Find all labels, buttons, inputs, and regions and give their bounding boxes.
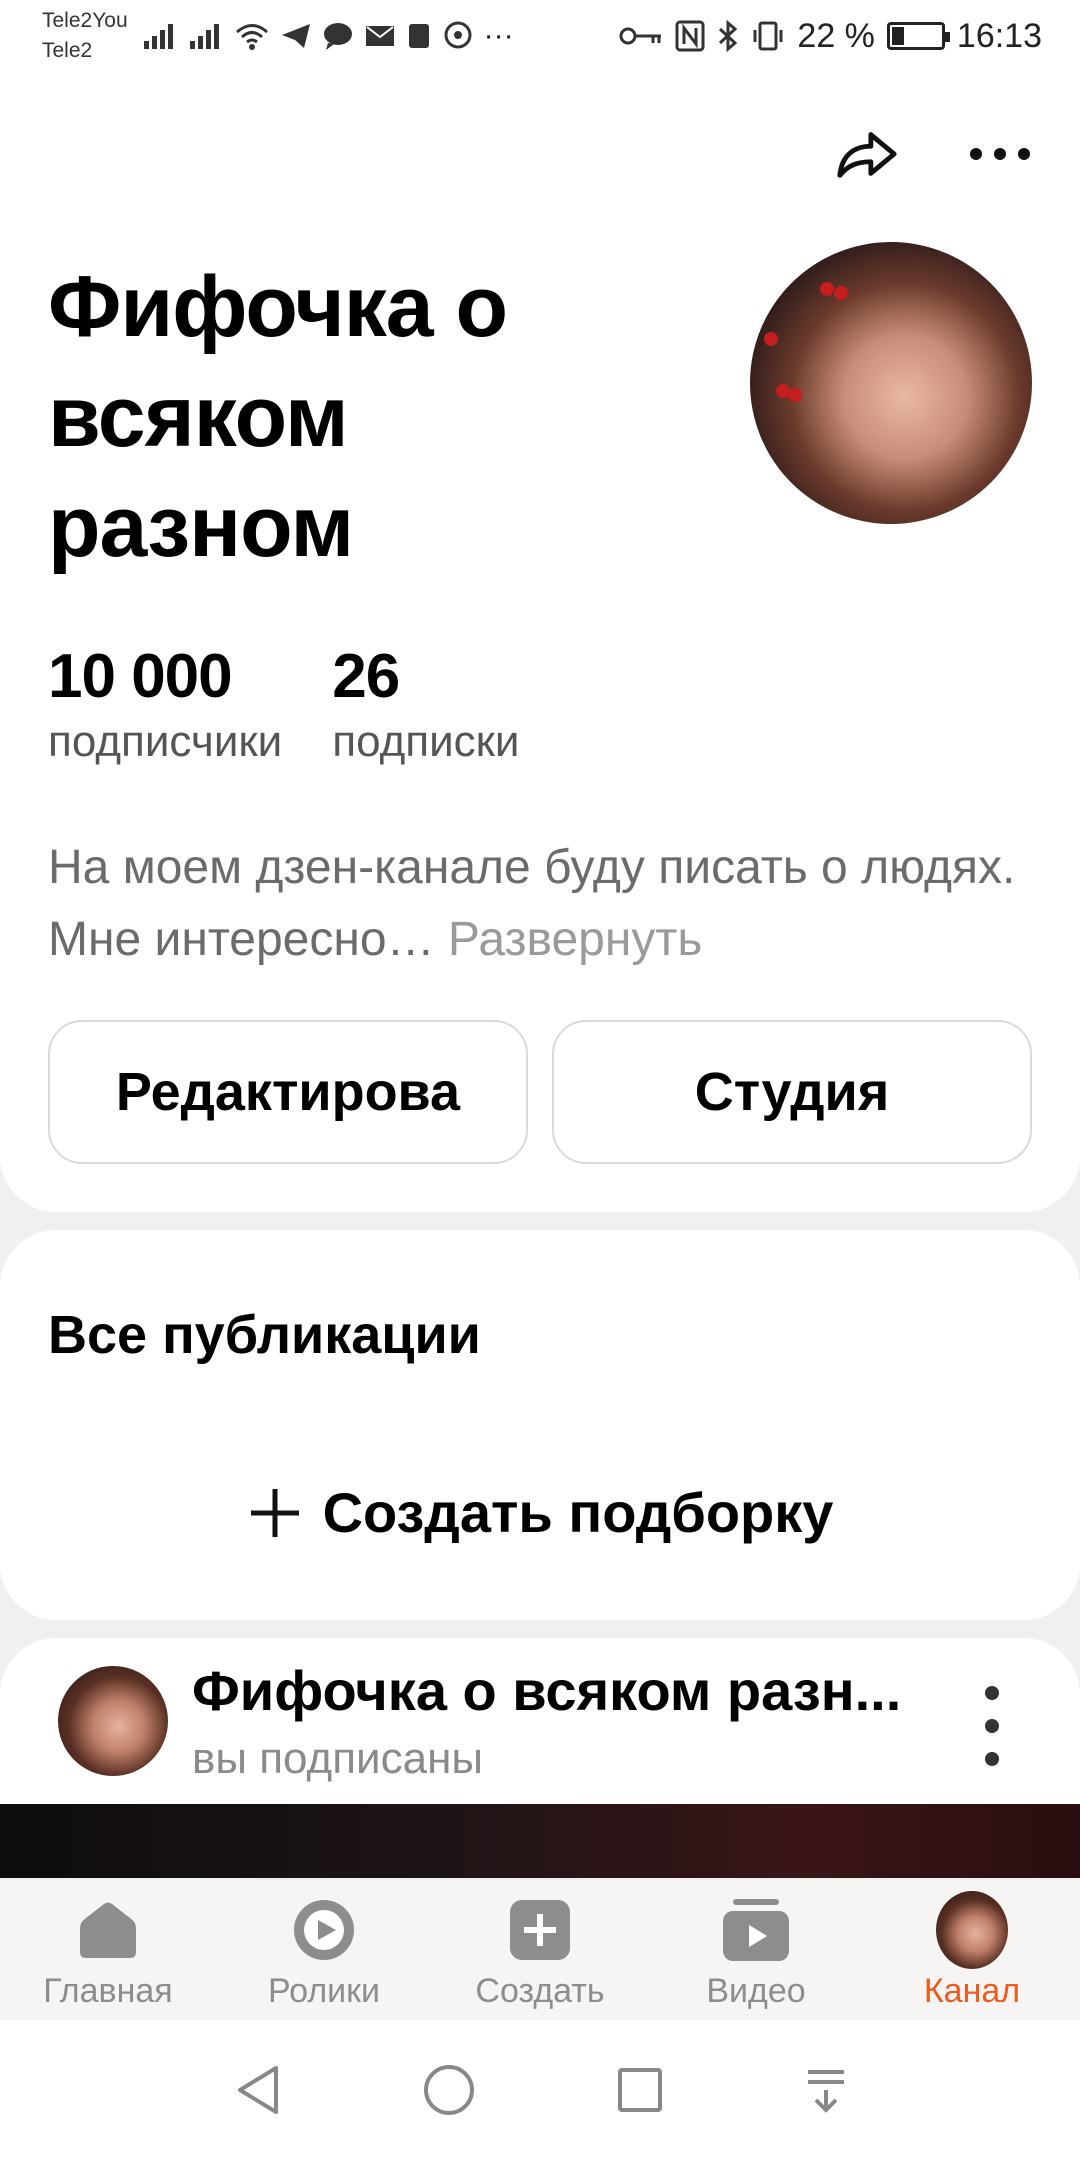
tab-avatar (936, 1891, 1008, 1969)
share-icon (837, 132, 897, 178)
battery-icon (886, 22, 950, 50)
notification-drawer-icon[interactable] (804, 2066, 848, 2114)
post-avatar[interactable] (58, 1666, 168, 1776)
signal-icon-2 (189, 24, 219, 49)
carrier-2: Tele2 (42, 39, 93, 62)
create-icon (504, 1894, 576, 1966)
post-channel-name[interactable]: Фифочка о всяком разн... (192, 1658, 901, 1723)
tab-home[interactable]: Главная (8, 1894, 208, 2011)
chat-icon (323, 23, 352, 50)
tab-video-label: Видео (706, 1972, 806, 2010)
post-more-button[interactable] (982, 1686, 1002, 1766)
tab-video[interactable]: Видео (656, 1894, 856, 2011)
publications-title: Все публикации (48, 1305, 481, 1365)
tab-channel[interactable]: Канал (872, 1891, 1072, 2011)
subscribers-stat[interactable]: 10 000 подписчики (48, 640, 282, 770)
status-icons: ··· (142, 19, 514, 53)
tab-home-label: Главная (43, 1972, 173, 2010)
studio-button[interactable]: Студия (552, 1020, 1032, 1164)
signal-icon (143, 24, 173, 49)
telegram-icon (281, 24, 310, 48)
dot-icon (985, 1719, 999, 1733)
vibrate-icon (753, 21, 783, 51)
tab-clips-label: Ролики (267, 1972, 381, 2010)
video-preview[interactable] (0, 1804, 1080, 1878)
wifi-icon (235, 24, 268, 50)
carriers: Tele2You Tele2 (42, 6, 128, 66)
subscribers-count: 10 000 (48, 642, 233, 711)
subscriptions-count: 26 (332, 642, 400, 711)
key-icon (619, 27, 662, 45)
home-icon (72, 1894, 144, 1966)
expand-link[interactable]: Развернуть (448, 913, 702, 966)
channel-avatar-icon (936, 1891, 1008, 1969)
viber-icon (444, 21, 472, 49)
mail-icon (365, 26, 394, 46)
channel-title: Фифочка о всяком разном (48, 259, 508, 575)
recents-icon[interactable] (616, 2066, 664, 2114)
subscriptions-stat[interactable]: 26 подписки (332, 640, 519, 770)
home-nav-icon[interactable] (422, 2063, 476, 2117)
tab-create-label: Создать (475, 1972, 605, 2010)
post-subscription-status: вы подписаны (192, 1734, 484, 1783)
share-button[interactable] (834, 122, 898, 186)
more-button[interactable] (968, 122, 1032, 186)
tab-create[interactable]: Создать (440, 1894, 640, 2011)
system-nav-bar (0, 2020, 1080, 2160)
bottom-tab-bar: Главная Ролики Создать Видео Канал (0, 1880, 1080, 2020)
publications-card: Все публикации Создать подборку (0, 1230, 1080, 1620)
plus-icon (250, 1488, 299, 1537)
status-left: Tele2You Tele2 ··· (42, 6, 514, 66)
bluetooth-icon (719, 20, 738, 52)
carrier-1: Tele2You (42, 9, 128, 32)
battery-percent: 22 % (797, 16, 875, 55)
clips-icon (288, 1894, 360, 1966)
tab-clips[interactable]: Ролики (224, 1894, 424, 2011)
status-bar: Tele2You Tele2 ··· 22 % 16:13 (0, 0, 1080, 72)
header-actions (834, 122, 1032, 186)
edit-button[interactable]: Редактирова (48, 1020, 528, 1164)
dot-icon (985, 1752, 999, 1766)
channel-stats: 10 000 подписчики 26 подписки (48, 640, 520, 770)
tab-channel-label: Канал (923, 1972, 1021, 2010)
create-collection-button[interactable]: Создать подборку (0, 1480, 1080, 1545)
subscribers-label: подписчики (48, 717, 283, 766)
more-notifications-icon: ··· (483, 19, 514, 52)
channel-avatar[interactable] (750, 242, 1032, 524)
status-right: 22 % 16:13 (619, 17, 1042, 56)
more-horizontal-icon (970, 148, 1030, 160)
channel-description: На моем дзен-канале буду писать о людях.… (48, 832, 1048, 976)
video-icon (720, 1894, 792, 1966)
clock: 16:13 (956, 16, 1042, 55)
subscriptions-label: подписки (332, 717, 520, 766)
app-icon (408, 24, 429, 48)
back-icon[interactable] (232, 2062, 282, 2118)
profile-card: Фифочка о всяком разном 10 000 подписчик… (0, 72, 1080, 1212)
post-card: Фифочка о всяком разн... вы подписаны (0, 1638, 1080, 1878)
dot-icon (985, 1686, 999, 1700)
create-collection-label: Создать подборку (322, 1481, 834, 1544)
nfc-icon (675, 20, 705, 52)
